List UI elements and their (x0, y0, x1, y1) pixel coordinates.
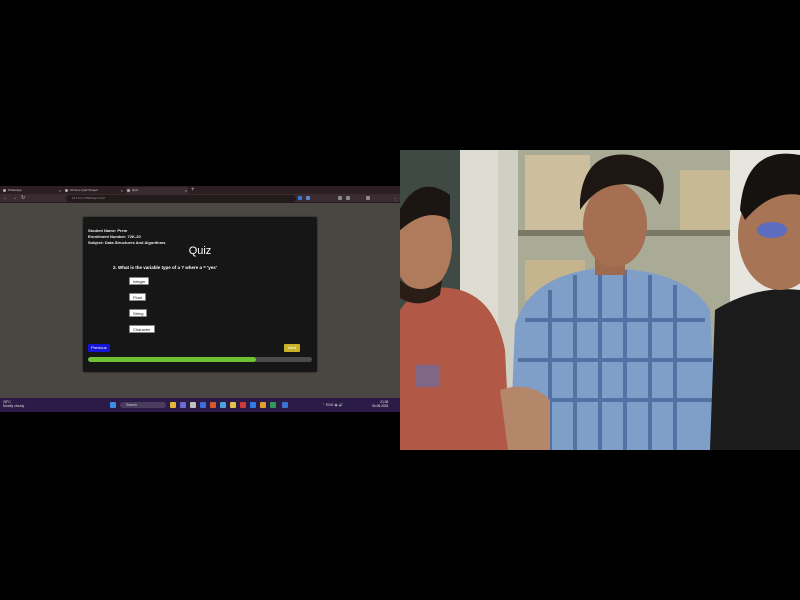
app-icon[interactable] (180, 402, 186, 408)
taskbar-clock[interactable]: 21:30 04-06-2024 (372, 400, 388, 408)
menu-icon[interactable]: ⋮ (393, 195, 397, 202)
option-button[interactable]: String (129, 309, 148, 317)
tab-title: WhatsApp (8, 188, 22, 192)
previous-button[interactable]: Previous (88, 344, 110, 352)
browser-tab-bar: WhatsApp × Chrome Quiz Project × Quiz × … (0, 186, 400, 194)
system-tray[interactable]: ⌃ ENG ◉ 🔊 (322, 402, 343, 408)
new-tab-button[interactable]: + (191, 186, 195, 194)
taskbar: 28°C Mostly cloudy Search ⌃ ENG ◉ 🔊 21:3… (0, 398, 400, 412)
extension-icon[interactable] (298, 196, 302, 200)
extension-icon[interactable] (366, 196, 370, 200)
app-icon[interactable] (240, 402, 246, 408)
quiz-card: Student Name: Prem Enrollment Number: 72… (83, 217, 317, 372)
vscode-icon[interactable] (250, 402, 256, 408)
progress-fill (88, 357, 256, 362)
close-tab-icon[interactable]: × (121, 187, 123, 194)
file-explorer-icon[interactable] (170, 402, 176, 408)
question-text: 2. What is the variable type of a ? wher… (113, 265, 217, 270)
forward-icon[interactable]: → (12, 195, 17, 202)
app-icon[interactable] (190, 402, 196, 408)
browser-tab-quiz[interactable]: Quiz × (126, 187, 188, 194)
app-icon[interactable] (230, 402, 236, 408)
tab-favicon (65, 189, 68, 192)
enrollment-number: Enrollment Number: 72K-20 (88, 234, 141, 239)
webcam-feed (400, 150, 800, 450)
weather-widget[interactable]: 28°C Mostly cloudy (3, 400, 24, 408)
tab-title: Quiz (132, 188, 139, 192)
extension-icon[interactable] (338, 196, 342, 200)
reload-icon[interactable]: ↻ (21, 195, 25, 202)
option-button[interactable]: Character (129, 325, 155, 333)
box (680, 170, 735, 230)
close-tab-icon[interactable]: × (59, 187, 61, 194)
app-icon[interactable] (200, 402, 206, 408)
app-icon[interactable] (210, 402, 216, 408)
clock-date: 04-06-2024 (372, 404, 389, 408)
shirt-print (415, 365, 440, 387)
tray-language: ENG (325, 403, 334, 407)
app-icon[interactable] (220, 402, 226, 408)
address-toolbar: ← → ↻ 127.0.0.1:5500/quiz.html ⋮ (0, 194, 400, 203)
chrome-icon[interactable] (260, 402, 266, 408)
start-icon[interactable] (110, 402, 116, 408)
next-button[interactable]: Next (284, 344, 300, 352)
screen-share: WhatsApp × Chrome Quiz Project × Quiz × … (0, 186, 400, 412)
weather-desc: Mostly cloudy (3, 404, 25, 408)
extension-icon[interactable] (306, 196, 310, 200)
webcam-image (400, 150, 800, 450)
glasses-glare (757, 222, 787, 238)
browser-tab-project[interactable]: Chrome Quiz Project × (64, 187, 124, 194)
option-button[interactable]: Float (129, 293, 146, 301)
middle-person-arm (500, 386, 550, 450)
extension-icon[interactable] (346, 196, 350, 200)
browser-tab-whatsapp[interactable]: WhatsApp × (2, 187, 62, 194)
quiz-title: Quiz (188, 245, 212, 257)
tab-title: Chrome Quiz Project (70, 188, 98, 192)
app-icon[interactable] (282, 402, 288, 408)
student-name: Student Name: Prem (88, 228, 128, 233)
tab-favicon (127, 189, 130, 192)
right-person-shirt (710, 289, 800, 450)
progress-bar (88, 357, 312, 362)
url-bar[interactable]: 127.0.0.1:5500/quiz.html (66, 195, 296, 202)
box (525, 155, 590, 235)
back-icon[interactable]: ← (3, 195, 8, 202)
app-icon[interactable] (270, 402, 276, 408)
close-tab-icon[interactable]: × (185, 187, 187, 194)
tab-favicon (3, 189, 6, 192)
taskbar-search[interactable]: Search (120, 402, 166, 408)
option-button[interactable]: Integer (129, 277, 150, 285)
